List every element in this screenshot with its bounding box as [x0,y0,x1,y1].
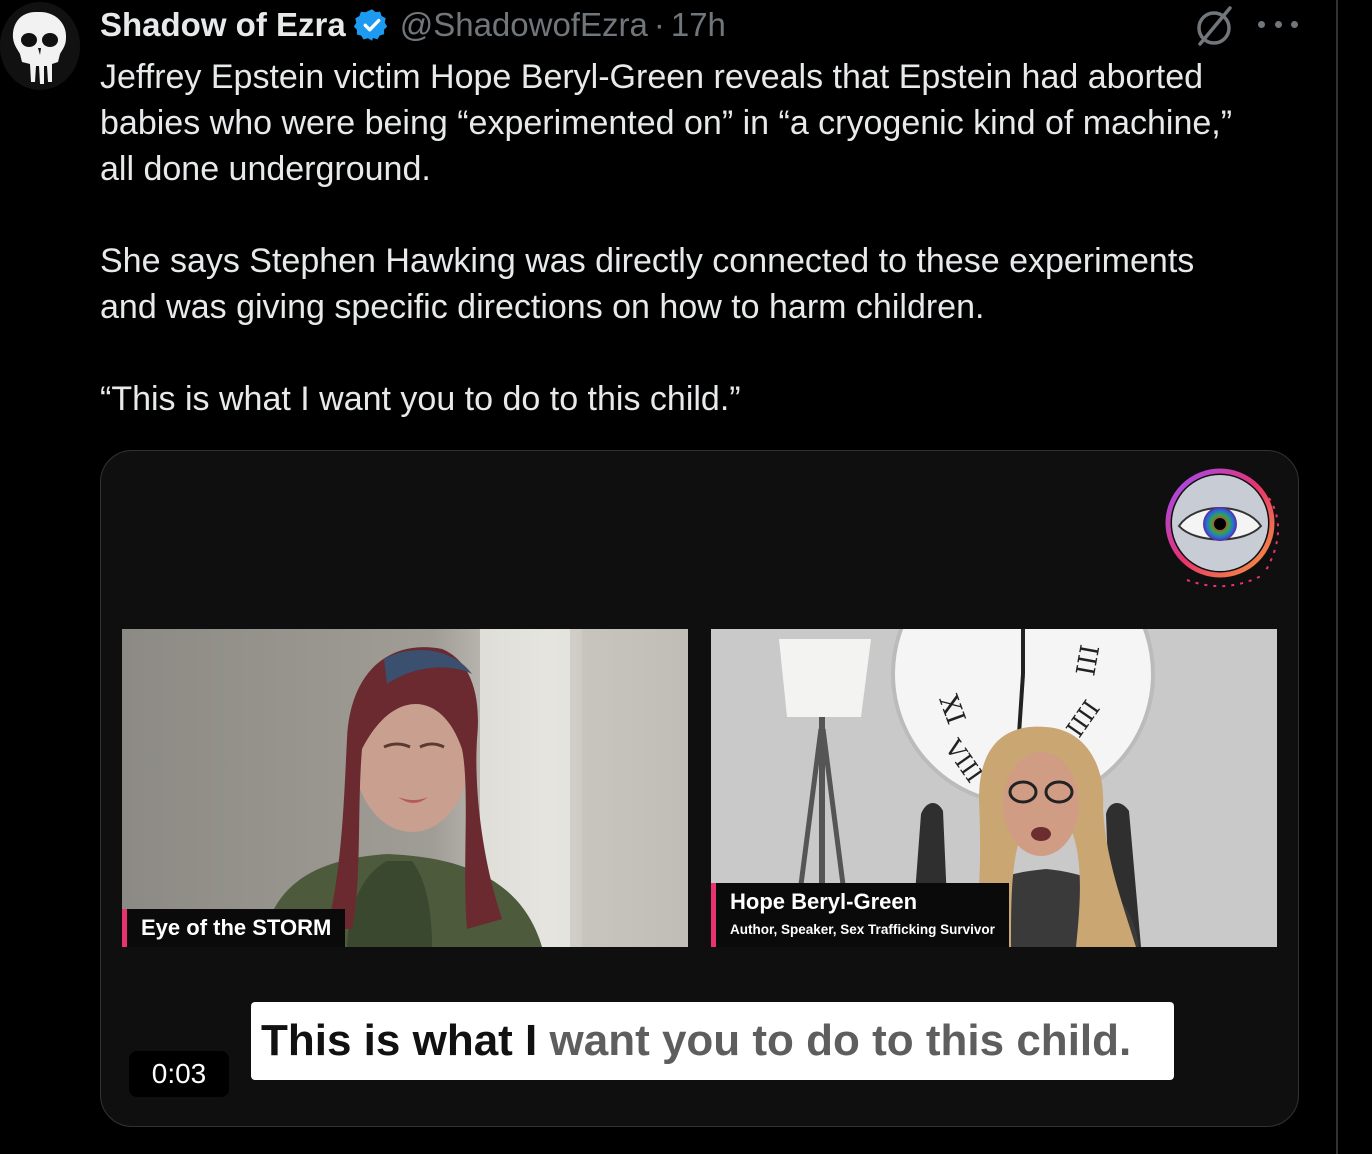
svg-text:III: III [1071,643,1106,679]
caption-upcoming: want you to do to this child. [537,1016,1132,1065]
verified-badge-icon[interactable] [353,7,390,43]
guest-subtitle: Author, Speaker, Sex Trafficking Survivo… [730,922,995,937]
more-icon[interactable] [1258,14,1298,34]
display-name[interactable]: Shadow of Ezra [100,6,346,44]
time-separator: · [653,6,665,43]
video-timestamp: 0:03 [129,1051,229,1097]
column-divider [1336,0,1338,1154]
skull-icon [0,2,80,90]
grok-icon[interactable] [1192,4,1236,48]
tweet-header: Shadow of Ezra @ShadowofEzra · 17h [100,4,726,46]
tweet-time[interactable]: 17h [671,6,726,44]
video-player[interactable]: Eye of the STORM XI VIII III IIII Hope B… [100,450,1299,1127]
video-panel-host: Eye of the STORM [122,629,688,947]
eye-of-the-storm-logo [1165,468,1291,594]
host-lower-third: Eye of the STORM [122,909,346,947]
host-video-frame [122,629,688,947]
video-caption: This is what I want you to do to this ch… [251,1002,1174,1080]
host-lower-third-label: Eye of the STORM [141,915,332,940]
tweet-paragraph: “This is what I want you to do to this c… [100,380,741,418]
author-handle[interactable]: @ShadowofEzra [400,6,648,44]
tweet-paragraph: Jeffrey Epstein victim Hope Beryl-Green … [100,58,1233,188]
tweet-paragraph: She says Stephen Hawking was directly co… [100,242,1195,326]
guest-name: Hope Beryl-Green [730,889,918,914]
caption-spoken: This is what I [261,1016,538,1065]
video-panel-guest: XI VIII III IIII Hope Beryl-Green Author… [711,629,1277,947]
avatar[interactable] [0,2,80,90]
tweet-text: Jeffrey Epstein victim Hope Beryl-Green … [100,54,1320,422]
guest-lower-third: Hope Beryl-Green Author, Speaker, Sex Tr… [711,883,1009,947]
